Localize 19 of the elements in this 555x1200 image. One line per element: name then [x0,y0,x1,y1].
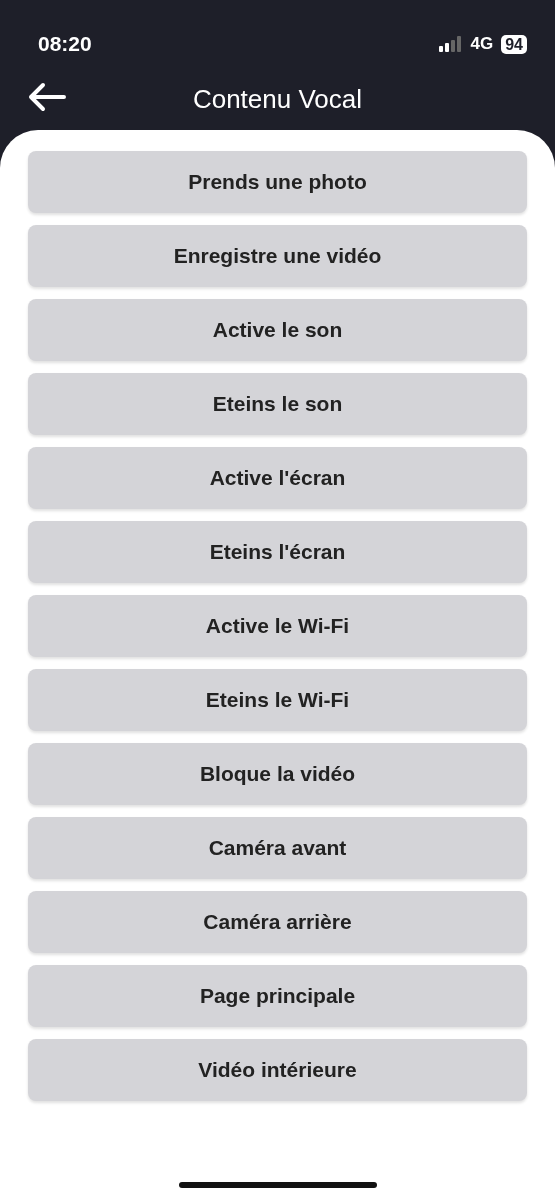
command-button[interactable]: Bloque la vidéo [28,743,527,805]
command-button[interactable]: Page principale [28,965,527,1027]
command-button[interactable]: Active l'écran [28,447,527,509]
battery-level: 94 [501,34,527,54]
command-button[interactable]: Eteins le son [28,373,527,435]
command-button[interactable]: Prends une photo [28,151,527,213]
signal-icon [438,36,463,52]
command-button[interactable]: Eteins le Wi-Fi [28,669,527,731]
back-arrow-icon[interactable] [28,82,66,112]
network-type: 4G [470,33,494,56]
page-title: Contenu Vocal [192,84,363,116]
command-button[interactable]: Active le Wi-Fi [28,595,527,657]
status-time: 08:20 [38,31,92,58]
command-button[interactable]: Caméra arrière [28,891,527,953]
command-button[interactable]: Enregistre une vidéo [28,225,527,287]
command-button[interactable]: Eteins l'écran [28,521,527,583]
command-button[interactable]: Caméra avant [28,817,527,879]
command-button[interactable]: Active le son [28,299,527,361]
command-button[interactable]: Vidéo intérieure [28,1039,527,1101]
